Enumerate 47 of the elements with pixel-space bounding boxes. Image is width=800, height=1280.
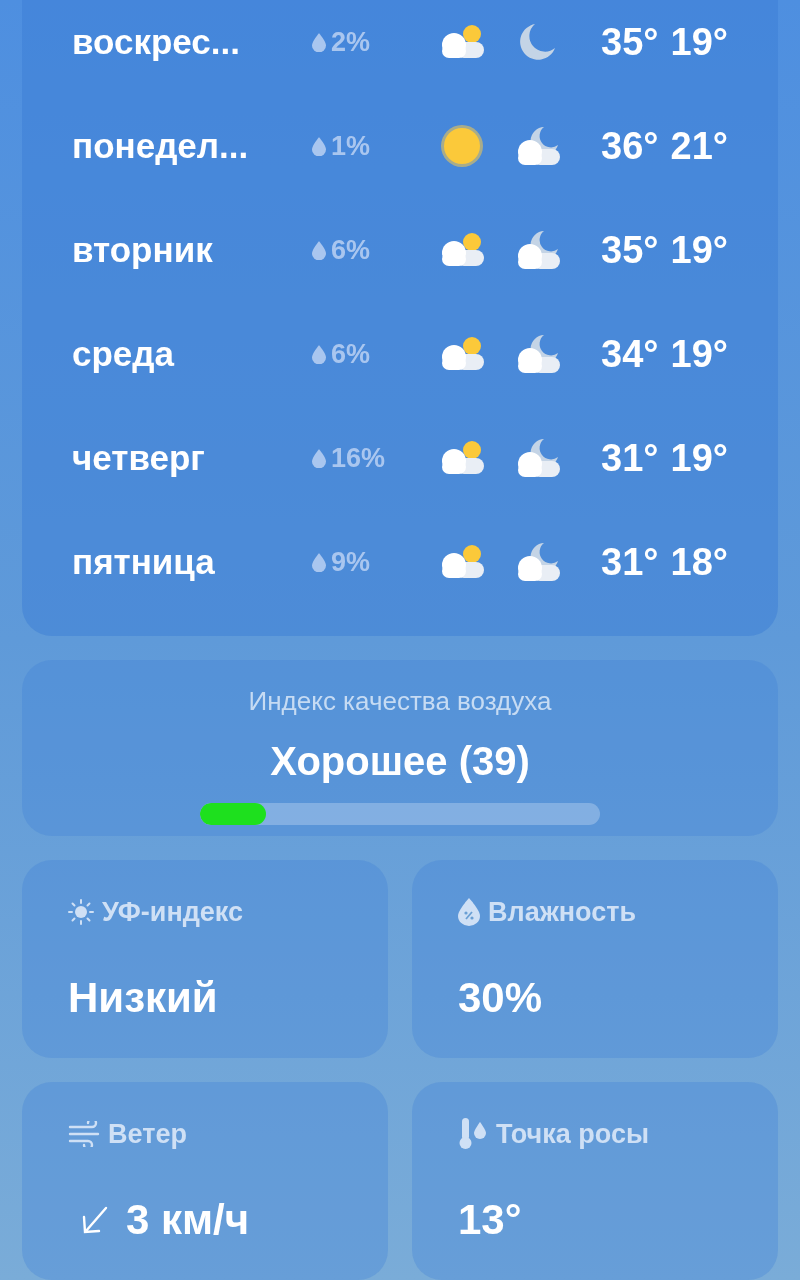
low-temperature: 21° bbox=[670, 123, 728, 169]
high-temperature: 31° bbox=[601, 435, 659, 481]
low-temperature: 19° bbox=[670, 19, 728, 65]
moon-icon bbox=[517, 22, 557, 62]
high-temperature: 35° bbox=[601, 227, 659, 273]
wind-icon bbox=[68, 1121, 100, 1147]
day-name: понедел... bbox=[72, 124, 250, 167]
day-name: среда bbox=[72, 332, 176, 375]
precipitation-chance: 1% bbox=[331, 129, 371, 163]
precipitation-chance: 16% bbox=[331, 441, 386, 475]
low-temperature: 19° bbox=[670, 331, 728, 377]
raindrop-icon bbox=[312, 552, 326, 572]
thermometer-drop-icon bbox=[458, 1118, 488, 1150]
precipitation-chance: 9% bbox=[331, 545, 371, 579]
day-name: пятница bbox=[72, 540, 216, 583]
low-temperature: 19° bbox=[670, 435, 728, 481]
tile-value: 13° bbox=[458, 1195, 522, 1245]
day-name: воскрес... bbox=[72, 20, 241, 63]
sun-icon bbox=[68, 899, 94, 925]
high-temperature: 36° bbox=[601, 123, 659, 169]
tile-label: Влажность bbox=[488, 895, 637, 929]
low-temperature: 18° bbox=[670, 539, 728, 585]
low-temperature: 19° bbox=[670, 227, 728, 273]
precipitation-chance: 6% bbox=[331, 337, 371, 371]
tile-value: 3 км/ч bbox=[126, 1195, 250, 1245]
raindrop-icon bbox=[312, 344, 326, 364]
raindrop-icon bbox=[312, 32, 326, 52]
day-name: четверг bbox=[72, 436, 206, 479]
high-temperature: 35° bbox=[601, 19, 659, 65]
humidity-drop-icon bbox=[458, 898, 480, 926]
high-temperature: 34° bbox=[601, 331, 659, 377]
tile-label: УФ-индекс bbox=[102, 895, 244, 929]
tile-value: Низкий bbox=[68, 973, 218, 1023]
wind-direction-arrow-icon bbox=[80, 1204, 110, 1235]
air-quality-title: Индекс качества воздуха bbox=[248, 685, 552, 718]
tile-label: Ветер bbox=[108, 1117, 187, 1151]
raindrop-icon bbox=[312, 448, 326, 468]
raindrop-icon bbox=[312, 240, 326, 260]
raindrop-icon bbox=[312, 136, 326, 156]
precipitation-chance: 6% bbox=[331, 233, 371, 267]
air-quality-value: Хорошее (39) bbox=[270, 738, 530, 785]
tile-label: Точка росы bbox=[496, 1117, 650, 1151]
precipitation-chance: 2% bbox=[331, 25, 371, 59]
tile-value: 30% bbox=[458, 973, 543, 1023]
high-temperature: 31° bbox=[601, 539, 659, 585]
day-name: вторник bbox=[72, 228, 214, 271]
sun-icon bbox=[440, 124, 484, 168]
